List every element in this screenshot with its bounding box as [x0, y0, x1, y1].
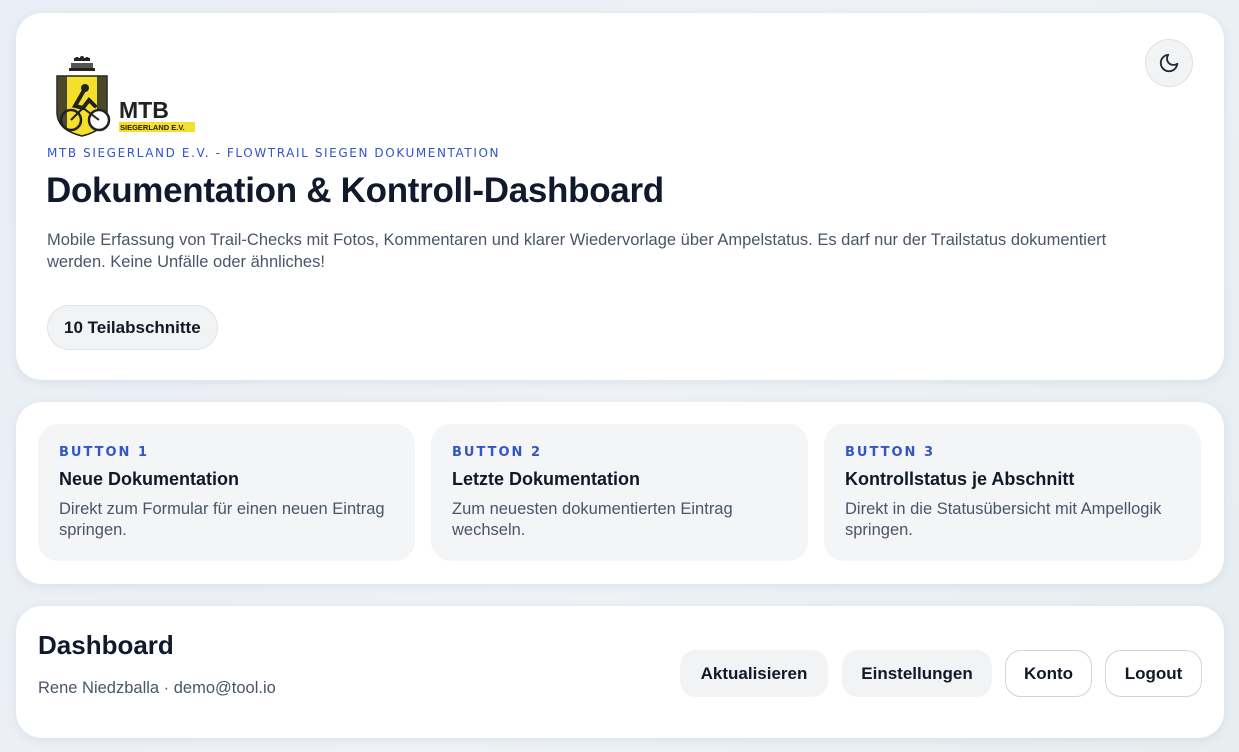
settings-button[interactable]: Einstellungen	[842, 650, 992, 697]
user-info: Rene Niedzballa · demo@tool.io	[38, 679, 276, 697]
logo-subtext: SIEGERLAND E.V.	[120, 123, 185, 132]
logo-text: MTB	[119, 97, 169, 123]
page-description: Mobile Erfassung von Trail-Checks mit Fo…	[47, 231, 1107, 271]
quick-action-title: Kontrollstatus je Abschnitt	[845, 469, 1075, 489]
quick-action-kicker: BUTTON 1	[59, 445, 150, 460]
new-documentation-button[interactable]: BUTTON 1 Neue Dokumentation Direkt zum F…	[38, 424, 415, 561]
account-button[interactable]: Konto	[1005, 650, 1092, 697]
quick-action-title: Letzte Dokumentation	[452, 469, 641, 489]
quick-action-description: Zum neuesten dokumentierten Eintrag wech…	[452, 500, 733, 539]
quick-action-description: Direkt in die Statusübersicht mit Ampell…	[845, 500, 1162, 539]
quick-action-description: Direkt zum Formular für einen neuen Eint…	[59, 500, 385, 539]
sections-count-badge: 10 Teilabschnitte	[47, 305, 218, 350]
section-status-button[interactable]: BUTTON 3 Kontrollstatus je Abschnitt Dir…	[824, 424, 1201, 561]
logout-button[interactable]: Logout	[1105, 650, 1202, 697]
latest-documentation-button[interactable]: BUTTON 2 Letzte Dokumentation Zum neuest…	[431, 424, 808, 561]
quick-action-kicker: BUTTON 2	[452, 445, 543, 460]
dashboard-title: Dashboard	[38, 630, 174, 660]
mtb-logo: MTB SIEGERLAND E.V.	[56, 56, 195, 137]
quick-actions-card: BUTTON 1 Neue Dokumentation Direkt zum F…	[16, 402, 1224, 584]
page-eyebrow: MTB SIEGERLAND E.V. - FLOWTRAIL SIEGEN D…	[47, 146, 501, 160]
moon-icon	[1159, 53, 1179, 73]
refresh-button[interactable]: Aktualisieren	[680, 650, 828, 697]
quick-action-kicker: BUTTON 3	[845, 445, 936, 460]
header-card: MTB SIEGERLAND E.V. MTB SIEGERLAND E.V. …	[16, 13, 1224, 380]
quick-action-title: Neue Dokumentation	[59, 469, 240, 489]
dashboard-card: Dashboard Rene Niedzballa · demo@tool.io…	[16, 606, 1224, 738]
theme-toggle-button[interactable]	[1145, 39, 1193, 87]
page-title: Dokumentation & Kontroll-Dashboard	[46, 171, 664, 210]
